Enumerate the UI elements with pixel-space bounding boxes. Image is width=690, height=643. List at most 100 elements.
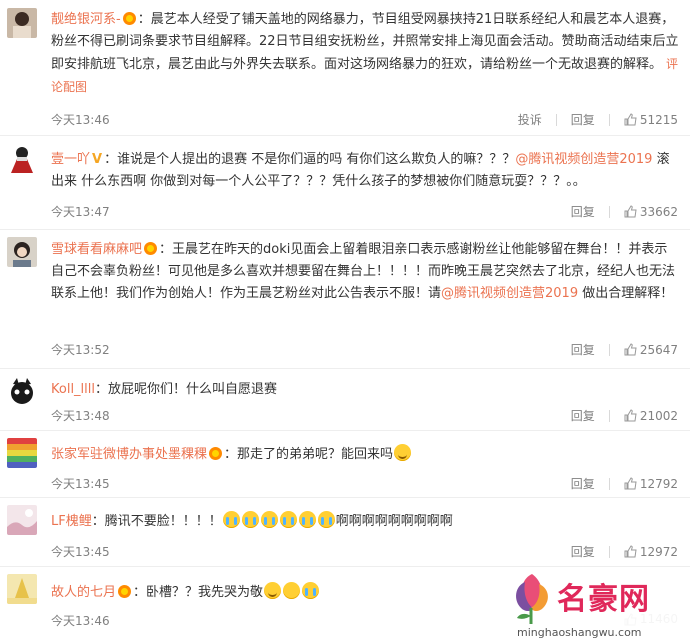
reply-button[interactable]: 回复: [571, 407, 595, 424]
avatar[interactable]: [7, 143, 37, 173]
thumbs-up-icon: [624, 409, 637, 422]
comment-actions: 回复 33662: [557, 203, 678, 220]
divider: [608, 113, 610, 126]
avatar[interactable]: [7, 376, 37, 406]
like-count: 12972: [639, 544, 678, 559]
comment-actions: 回复 12792: [557, 475, 678, 492]
fan-badge-icon: [144, 242, 158, 255]
avatar[interactable]: [7, 574, 37, 604]
comment-text: ：晨艺本人经受了铺天盖地的网络暴力，节目组受网暴挟持21日联系经纪人和晨艺本人退…: [51, 12, 679, 72]
comment-actions: 回复 21002: [557, 407, 678, 424]
comment-item: 靓绝银河系- ：晨艺本人经受了铺天盖地的网络暴力，节目组受网暴挟持21日联系经纪人…: [0, 0, 690, 136]
thumbs-up-icon: [624, 545, 637, 558]
crying-emoji-icon: [317, 511, 335, 528]
comment-text: ：那走了的弟弟呢？能回来吗: [224, 447, 394, 462]
crying-emoji-icon: [222, 511, 240, 528]
comment-text: ：放屁呢你们！什么叫自愿退赛: [95, 382, 278, 397]
comment-content: 雪球看看麻麻吧 ：王晨艺在昨天的doki见面会上留着眼泪亲口表示感谢粉丝让他能够留…: [51, 239, 679, 305]
like-button[interactable]: 21002: [624, 409, 678, 423]
comment-item: 壹一吖 V ：谁说是个人提出的退赛 不是你们逼的吗 有你们这么欺负人的嘛？？？@腾讯…: [0, 135, 690, 230]
like-button[interactable]: 12972: [624, 545, 678, 559]
comment-content: Koll_llll：放屁呢你们！什么叫自愿退赛: [51, 379, 679, 401]
comment-username[interactable]: 故人的七月: [51, 585, 116, 600]
comment-username[interactable]: LF槐鲤: [51, 514, 92, 529]
reply-button[interactable]: 回复: [571, 475, 595, 492]
divider: [608, 205, 610, 218]
comment-username[interactable]: 壹一吖: [51, 152, 90, 167]
comment-time: 今天13:46: [51, 113, 110, 127]
like-count: 51215: [639, 112, 678, 127]
mention-link[interactable]: @腾讯视频创造营2019: [515, 152, 652, 167]
crying-emoji-icon: [241, 511, 259, 528]
comment-time: 今天13:45: [51, 477, 110, 491]
crying-emoji-icon: [298, 511, 316, 528]
comment-content: 靓绝银河系- ：晨艺本人经受了铺天盖地的网络暴力，节目组受网暴挟持21日联系经纪人…: [51, 9, 679, 99]
comment-actions: 投诉 回复 51215: [504, 111, 678, 128]
crying-emoji-icon: [260, 511, 278, 528]
watermark-title: 名豪网: [557, 582, 650, 617]
comment-content: 张家军驻微博办事处墨稞稞 ：那走了的弟弟呢？能回来吗: [51, 444, 679, 466]
v-badge-icon: V: [92, 152, 103, 167]
divider: [608, 477, 610, 490]
comment-item: 张家军驻微博办事处墨稞稞 ：那走了的弟弟呢？能回来吗 今天13:45 回复 127…: [0, 430, 690, 498]
thumbs-up-icon: [624, 477, 637, 490]
like-button[interactable]: 33662: [624, 205, 678, 219]
comment-text: ：卧槽？？我先哭为敬: [133, 585, 264, 600]
divider: [608, 343, 610, 356]
thumbs-up-icon: [624, 205, 637, 218]
comment-text: 做出合理解释！: [578, 286, 674, 301]
watermark-logo-icon: [516, 574, 548, 624]
reply-button[interactable]: 回复: [571, 543, 595, 560]
crying-emoji-icon: [302, 582, 320, 599]
comment-actions: 回复 25647: [557, 341, 678, 358]
watermark: 名豪网 minghaoshangwu.com: [505, 568, 690, 643]
avatar[interactable]: [7, 505, 37, 535]
mention-link[interactable]: @腾讯视频创造营2019: [441, 286, 578, 301]
like-count: 25647: [639, 342, 678, 357]
comment-text: ：谁说是个人提出的退赛 不是你们逼的吗 有你们这么欺负人的嘛？？？: [104, 152, 516, 167]
comment-item: 雪球看看麻麻吧 ：王晨艺在昨天的doki见面会上留着眼泪亲口表示感谢粉丝让他能够留…: [0, 229, 690, 369]
fan-badge-icon: [209, 447, 223, 460]
fan-badge-icon: [122, 12, 136, 25]
avatar[interactable]: [7, 237, 37, 267]
avatar[interactable]: [7, 438, 37, 468]
divider: [608, 409, 610, 422]
like-count: 12792: [639, 476, 678, 491]
comment-username[interactable]: 靓绝银河系-: [51, 12, 121, 27]
crying-emoji-icon: [279, 511, 297, 528]
reply-button[interactable]: 回复: [571, 341, 595, 358]
divider: [608, 545, 610, 558]
like-button[interactable]: 12792: [624, 477, 678, 491]
comment-time: 今天13:48: [51, 409, 110, 423]
comment-time: 今天13:45: [51, 545, 110, 559]
comment-actions: 回复 12972: [557, 543, 678, 560]
avatar[interactable]: [7, 8, 37, 38]
comment-item: Koll_llll：放屁呢你们！什么叫自愿退赛 今天13:48 回复 21002: [0, 368, 690, 431]
divider: [555, 113, 557, 126]
smile-emoji-icon: [394, 444, 412, 461]
thumbs-up-icon: [624, 113, 637, 126]
like-count: 21002: [639, 408, 678, 423]
comment-username[interactable]: 雪球看看麻麻吧: [51, 242, 142, 257]
reply-button[interactable]: 回复: [571, 203, 595, 220]
like-button[interactable]: 25647: [624, 343, 678, 357]
report-button[interactable]: 投诉: [518, 111, 542, 128]
comment-username[interactable]: Koll_llll: [51, 382, 95, 397]
like-button[interactable]: 51215: [624, 113, 678, 127]
thinking-emoji-icon: [283, 582, 301, 599]
comment-time: 今天13:47: [51, 205, 110, 219]
fan-badge-icon: [118, 585, 132, 598]
comment-time: 今天13:46: [51, 614, 110, 628]
reply-button[interactable]: 回复: [571, 111, 595, 128]
comment-text: ：腾讯不要脸！！！！: [91, 514, 222, 529]
comment-username[interactable]: 张家军驻微博办事处墨稞稞: [51, 447, 207, 462]
like-count: 33662: [639, 204, 678, 219]
comment-content: LF槐鲤：腾讯不要脸！！！！ 啊啊啊啊啊啊啊啊啊: [51, 511, 679, 533]
smile-emoji-icon: [264, 582, 282, 599]
comment-time: 今天13:52: [51, 343, 110, 357]
comment-item: LF槐鲤：腾讯不要脸！！！！ 啊啊啊啊啊啊啊啊啊 今天13:45 回复 12972: [0, 497, 690, 567]
watermark-url: minghaoshangwu.com: [517, 626, 642, 639]
thumbs-up-icon: [624, 343, 637, 356]
comment-text: 啊啊啊啊啊啊啊啊啊: [335, 514, 453, 529]
comment-content: 壹一吖 V ：谁说是个人提出的退赛 不是你们逼的吗 有你们这么欺负人的嘛？？？@腾讯…: [51, 149, 679, 193]
